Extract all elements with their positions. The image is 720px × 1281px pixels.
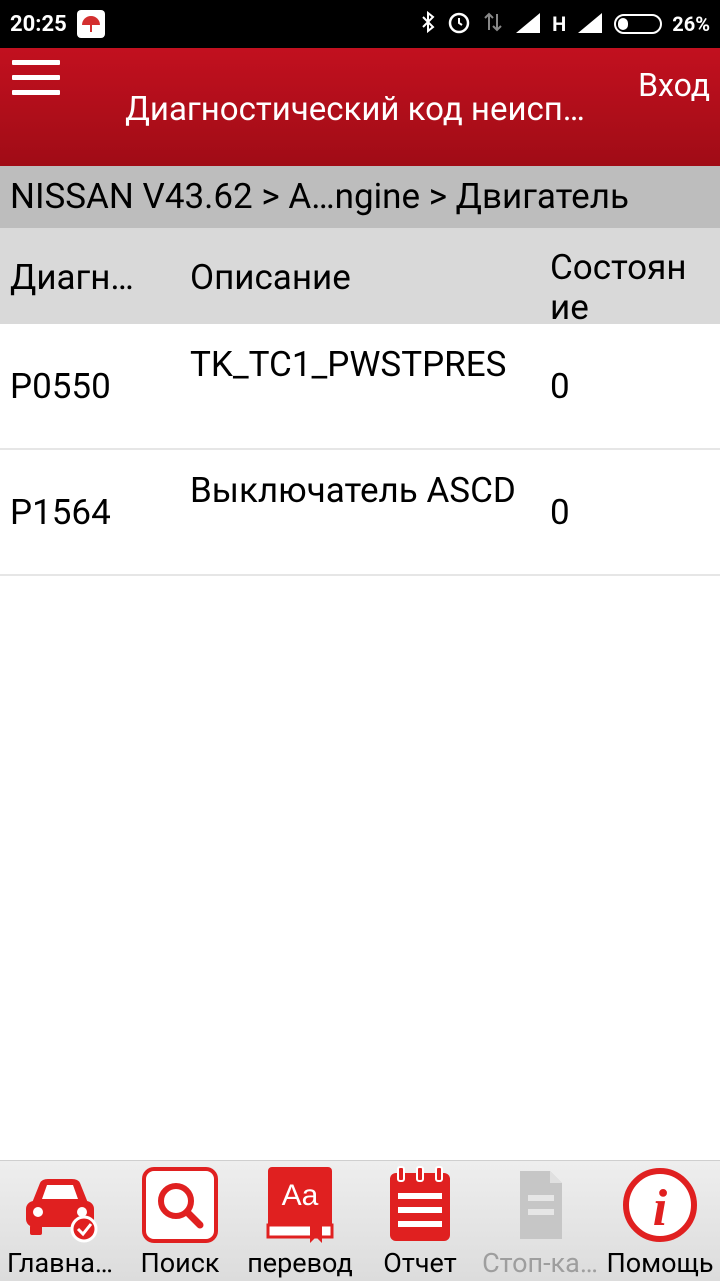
nav-report-label: Отчет	[383, 1247, 457, 1279]
freeze-frame-icon	[498, 1165, 582, 1245]
nav-home-label: Главна…	[7, 1247, 113, 1279]
nav-translate-label: перевод	[247, 1247, 353, 1279]
nav-freeze-frame-label: Стоп-ка…	[482, 1247, 598, 1279]
row-state: 0	[550, 366, 570, 407]
svg-text:Aa: Aa	[282, 1179, 319, 1212]
nav-search-label: Поиск	[140, 1247, 220, 1279]
signal-icon	[514, 11, 542, 38]
nav-help-label: Помощь	[606, 1247, 714, 1279]
report-icon	[378, 1165, 462, 1245]
network-type: H	[552, 12, 567, 36]
nav-translate[interactable]: Aa перевод	[240, 1161, 360, 1281]
bluetooth-icon	[420, 10, 436, 39]
battery-icon	[614, 14, 663, 34]
umbrella-icon	[76, 10, 105, 38]
table-header: Диагн… Описание Состоян ие	[0, 228, 720, 324]
app-bar: Диагностический код неисп… Вход	[0, 48, 720, 166]
row-description: TK_TC1_PWSTPRES	[190, 344, 507, 385]
page-title: Диагностический код неисп…	[125, 90, 585, 129]
column-header-state[interactable]: Состоян ие	[550, 248, 720, 325]
row-code: P1564	[10, 492, 111, 533]
column-header-code[interactable]: Диагн…	[10, 258, 134, 298]
alarm-icon	[446, 9, 472, 40]
car-check-icon	[18, 1165, 102, 1245]
info-icon: i	[618, 1165, 702, 1245]
row-description: Выключатель ASCD	[190, 470, 516, 511]
status-bar: 20:25 H 26%	[0, 0, 720, 48]
bottom-navigation: Главна… Поиск Aa перевод Отчет Стоп-ка… …	[0, 1160, 720, 1281]
column-header-description[interactable]: Описание	[190, 258, 351, 298]
table-row[interactable]: P1564 Выключатель ASCD 0	[0, 450, 720, 576]
search-icon	[138, 1165, 222, 1245]
nav-help[interactable]: i Помощь	[600, 1161, 720, 1281]
row-code: P0550	[10, 366, 111, 407]
svg-text:i: i	[653, 1180, 668, 1237]
table-row[interactable]: P0550 TK_TC1_PWSTPRES 0	[0, 324, 720, 450]
nav-home[interactable]: Главна…	[0, 1161, 120, 1281]
breadcrumb: NISSAN V43.62 > A…ngine > Двигатель	[0, 166, 720, 228]
nav-freeze-frame: Стоп-ка…	[480, 1161, 600, 1281]
row-state: 0	[550, 492, 570, 533]
data-transfer-icon	[482, 10, 504, 39]
status-time: 20:25	[10, 11, 67, 37]
dictionary-icon: Aa	[258, 1165, 342, 1245]
signal-icon-2	[576, 11, 604, 38]
battery-percent: 26%	[672, 12, 710, 36]
nav-report[interactable]: Отчет	[360, 1161, 480, 1281]
login-button[interactable]: Вход	[638, 66, 710, 104]
nav-search[interactable]: Поиск	[120, 1161, 240, 1281]
